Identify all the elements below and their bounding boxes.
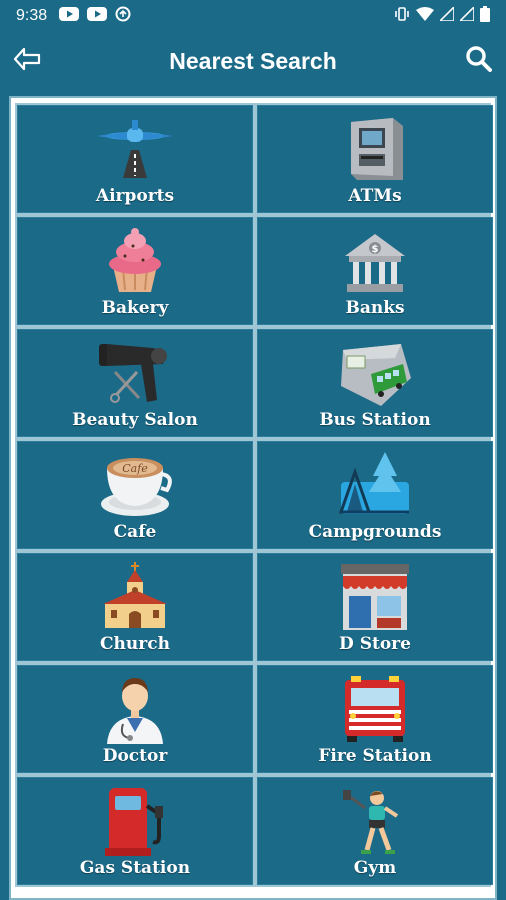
atm-icon [337,114,413,184]
tile-label: ATMs [348,186,402,206]
category-grid: Airports ATMs Bakery $ Banks Beauty Salo… [15,103,493,887]
gas-pump-icon [97,786,173,856]
tile-label: Church [100,634,170,654]
tile-airports[interactable]: Airports [17,105,253,213]
back-button[interactable] [10,44,44,78]
svg-text:$: $ [372,244,379,255]
tile-atms[interactable]: ATMs [257,105,493,213]
tile-cafe[interactable]: Cafe Cafe [17,441,253,549]
data-saver-icon [115,6,131,26]
tile-bus-station[interactable]: Bus Station [257,329,493,437]
status-time: 9:38 [16,7,48,24]
youtube-icon [59,7,80,25]
search-icon [465,45,493,77]
tile-campgrounds[interactable]: Campgrounds [257,441,493,549]
svg-text:Cafe: Cafe [122,462,148,475]
tile-label: Gas Station [79,858,191,878]
tile-gym[interactable]: Gym [257,777,493,885]
battery-icon [480,6,490,26]
category-grid-frame: Airports ATMs Bakery $ Banks Beauty Salo… [9,96,497,900]
signal-icon [438,5,455,25]
tile-label: Fire Station [318,746,432,766]
tile-fire-station[interactable]: Fire Station [257,665,493,773]
app-bar: Nearest Search [0,32,506,90]
store-icon [337,562,413,632]
tile-doctor[interactable]: Doctor [17,665,253,773]
tent-icon [337,450,413,520]
youtube-icon [87,7,108,25]
gym-icon [337,786,413,856]
airplane-icon [97,114,173,184]
tile-church[interactable]: Church [17,553,253,661]
coffee-cup-icon: Cafe [97,450,173,520]
tile-banks[interactable]: $ Banks [257,217,493,325]
bus-icon [337,338,413,408]
hair-dryer-icon [97,338,173,408]
wifi-icon [416,7,434,25]
tile-label: Beauty Salon [72,410,198,430]
back-arrow-icon [12,46,42,76]
tile-label: D Store [339,634,411,654]
tile-label: Airports [95,186,175,206]
tile-label: Bakery [101,298,169,318]
cupcake-icon [97,226,173,296]
page-title: Nearest Search [169,47,337,74]
tile-label: Banks [345,298,405,318]
bank-icon: $ [337,226,413,296]
tile-label: Gym [353,858,397,878]
tile-label: Campgrounds [308,522,442,542]
church-icon [97,562,173,632]
tile-bakery[interactable]: Bakery [17,217,253,325]
tile-label: Doctor [102,746,168,766]
tile-label: Cafe [113,522,157,542]
doctor-icon [97,674,173,744]
tile-beauty-salon[interactable]: Beauty Salon [17,329,253,437]
vibrate-icon [394,7,410,25]
tile-gas-station[interactable]: Gas Station [17,777,253,885]
tile-label: Bus Station [319,410,431,430]
search-button[interactable] [462,44,496,78]
signal-icon [458,5,475,25]
fire-truck-icon [337,674,413,744]
tile-d-store[interactable]: D Store [257,553,493,661]
status-bar: 9:38 [0,0,506,32]
